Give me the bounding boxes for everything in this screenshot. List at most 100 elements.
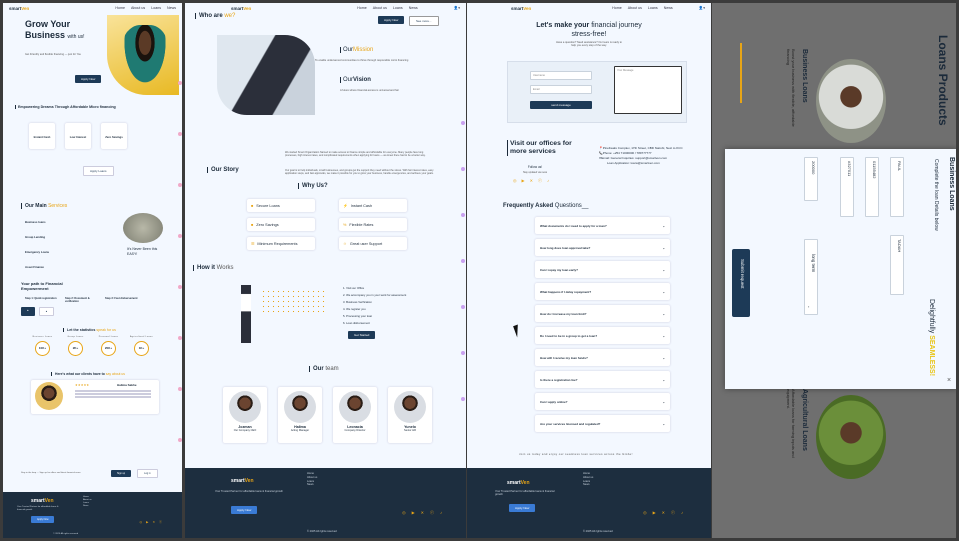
nav-loans[interactable]: Loans [648, 6, 658, 10]
chevron-down-icon: ⌄ [662, 289, 665, 294]
faq-item[interactable]: Can I apply online? ⌄ [535, 393, 670, 410]
youtube-icon[interactable]: ▶ [522, 178, 525, 184]
side-dot[interactable] [178, 183, 182, 187]
faq-item[interactable]: Can I repay my loan early? ⌄ [535, 261, 670, 278]
footer-apply-button[interactable]: Apply Now [231, 506, 258, 514]
side-dot[interactable] [178, 336, 182, 340]
instagram-icon[interactable]: ◎ [140, 520, 143, 524]
youtube-icon[interactable]: ▶ [412, 510, 415, 516]
footer-logo[interactable]: smartVen [31, 498, 54, 504]
faq-item[interactable]: What documents do I need to apply for a … [535, 217, 670, 234]
email-input[interactable]: Email [530, 85, 592, 94]
side-dot[interactable] [461, 213, 465, 217]
faq-item[interactable]: How long does loan approval take? ⌄ [535, 239, 670, 256]
side-dot[interactable] [461, 397, 465, 401]
footer-logo[interactable]: smartVen [231, 478, 254, 484]
nav-about[interactable]: About us [373, 6, 387, 10]
facebook-icon[interactable]: ⓕ [430, 510, 434, 516]
tiktok-icon[interactable]: ♪ [681, 510, 683, 516]
side-dot[interactable] [178, 387, 182, 391]
facebook-icon[interactable]: ⓕ [671, 510, 675, 516]
footer-copyright: © 2025 All rights reserved [583, 530, 613, 533]
apply-now-button[interactable]: Apply Now [378, 16, 405, 24]
close-icon[interactable]: × [947, 377, 951, 384]
faq-item[interactable]: Are your services licensed and regulated… [535, 415, 670, 432]
facebook-icon[interactable]: ⓕ [538, 178, 542, 184]
x-icon[interactable]: ✕ [530, 178, 533, 184]
x-icon[interactable]: ✕ [152, 520, 155, 524]
logo[interactable]: smartVen [511, 6, 531, 11]
step-button[interactable]: ● [21, 307, 35, 316]
logo[interactable]: smartVen [9, 6, 29, 11]
nav-about[interactable]: About us [131, 6, 145, 10]
instagram-icon[interactable]: ◎ [643, 510, 647, 516]
side-dot[interactable] [178, 234, 182, 238]
send-message-button[interactable]: send message [530, 101, 592, 109]
message-textarea[interactable]: Your Message [614, 66, 682, 114]
side-dot[interactable] [178, 285, 182, 289]
nav-news[interactable]: News [167, 6, 176, 10]
footer-apply-button[interactable]: Apply Now [31, 516, 55, 523]
x-icon[interactable]: ✕ [662, 510, 665, 516]
faq-item[interactable]: Do I need to be in a group to get a loan… [535, 327, 670, 344]
why-item-label: Instant Cash [350, 203, 373, 208]
get-started-button[interactable]: Get Started [348, 331, 376, 339]
faq-item[interactable]: What happens if I delay repayment? ⌄ [535, 283, 670, 300]
footer-link[interactable]: News [83, 505, 92, 508]
nav-news[interactable]: News [409, 6, 418, 10]
first-name-input[interactable]: PAUL [890, 157, 904, 217]
x-icon[interactable]: ✕ [421, 510, 424, 516]
youtube-icon[interactable]: ▶ [653, 510, 656, 516]
footer-link[interactable]: News [583, 483, 593, 487]
term-select[interactable]: long term ‹ [804, 239, 818, 315]
login-button[interactable]: Log in [137, 469, 158, 478]
side-dot[interactable] [178, 81, 182, 85]
last-name-input[interactable]: TADAH [890, 235, 904, 295]
side-dot[interactable] [461, 305, 465, 309]
side-dot[interactable] [178, 438, 182, 442]
services-heading: Our Main Services [21, 203, 182, 209]
faq-item[interactable]: How do I increase my loan limit? ⌄ [535, 305, 670, 322]
side-dot[interactable] [461, 351, 465, 355]
youtube-icon[interactable]: ▶ [146, 520, 148, 524]
chevron-down-icon: ⌄ [662, 267, 665, 272]
modal-title: Business Loans [948, 157, 955, 211]
footer-apply-button[interactable]: Apply Now [509, 504, 536, 512]
stat-item: Personal Loans 20K+ [95, 336, 122, 358]
nav-home[interactable]: Home [357, 6, 367, 10]
nav-home[interactable]: Home [612, 6, 622, 10]
side-dot[interactable] [461, 121, 465, 125]
faq-item[interactable]: Is there a registration fee? ⌄ [535, 371, 670, 388]
user-icon[interactable]: 👤▾ [699, 6, 705, 10]
apply-loans-button[interactable]: Apply Loans [83, 166, 114, 176]
tiktok-icon[interactable]: ♪ [440, 510, 442, 516]
footer-logo[interactable]: smartVen [507, 480, 530, 486]
nav-about[interactable]: About us [628, 6, 642, 10]
side-dot[interactable] [178, 132, 182, 136]
see-more-button[interactable]: See more... [409, 16, 439, 26]
logo[interactable]: smartVen [231, 6, 251, 11]
side-dot[interactable] [461, 259, 465, 263]
faq-question: Do I need to be in a group to get a loan… [540, 333, 598, 338]
instagram-icon[interactable]: ◎ [513, 178, 517, 184]
signup-button[interactable]: Sign up [111, 470, 132, 477]
nav-loans[interactable]: Loans [393, 6, 403, 10]
step-button-2[interactable]: ● [38, 307, 55, 316]
amount-input[interactable]: 200000 [804, 157, 818, 201]
tiktok-icon[interactable]: ♪ [547, 178, 549, 184]
account-input[interactable]: #327011 [840, 157, 854, 217]
faq-item[interactable]: How will I receive my loan funds? ⌄ [535, 349, 670, 366]
phone-input[interactable]: 01155482 [865, 157, 879, 217]
user-icon[interactable]: 👤▾ [454, 6, 460, 10]
instagram-icon[interactable]: ◎ [402, 510, 406, 516]
username-input[interactable]: Username [530, 71, 592, 80]
submit-request-button[interactable]: Submit request [732, 249, 750, 317]
steps: Step 1: Quick registration Step 2: Docum… [25, 297, 182, 303]
nav-loans[interactable]: Loans [151, 6, 161, 10]
footer-link[interactable]: News [307, 483, 317, 487]
side-dot[interactable] [461, 167, 465, 171]
nav-home[interactable]: Home [115, 6, 125, 10]
facebook-icon[interactable]: ⓕ [159, 520, 162, 524]
nav-news[interactable]: News [664, 6, 673, 10]
hero-apply-button[interactable]: Apply Now [75, 75, 102, 83]
